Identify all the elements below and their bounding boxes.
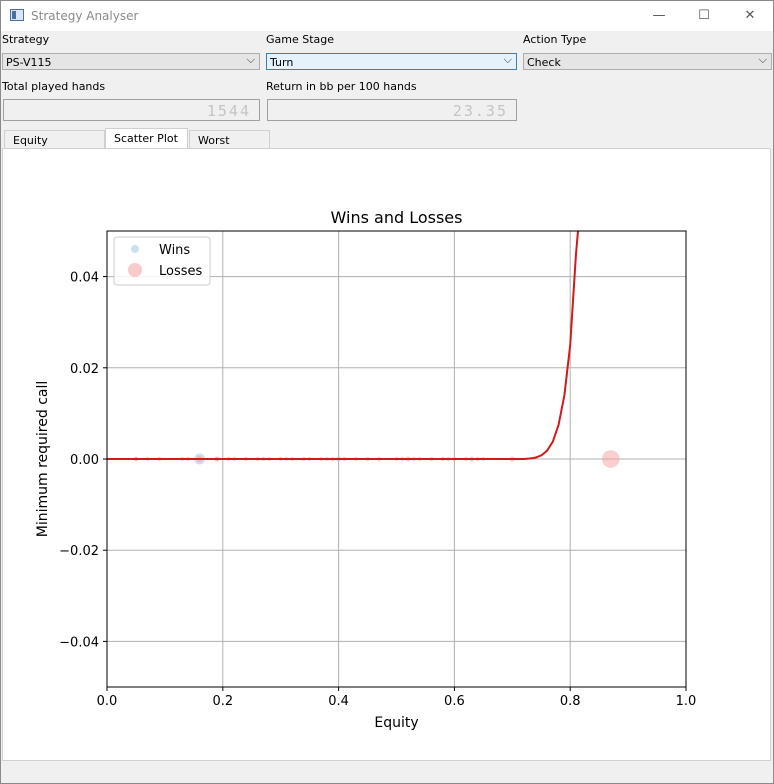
chevron-down-icon: ⌵ <box>246 53 255 66</box>
return-bb-display: 23.35 <box>267 99 517 121</box>
legend-label: Losses <box>159 264 203 279</box>
app-icon <box>10 9 24 21</box>
strategy-label: Strategy <box>2 33 50 46</box>
y-tick-label: −0.04 <box>59 635 99 650</box>
y-tick-label: 0.00 <box>70 453 99 468</box>
tab-scatter-plot[interactable]: Scatter Plot <box>105 128 188 149</box>
game-stage-value: Turn <box>270 56 294 69</box>
action-type-label: Action Type <box>523 33 587 46</box>
chevron-down-icon: ⌵ <box>503 53 512 66</box>
total-hands-label: Total played hands <box>2 80 106 93</box>
game-stage-label: Game Stage <box>266 33 335 46</box>
app-window: Strategy Analyser — ☐ ✕ Strategy PS-V115… <box>0 0 774 784</box>
y-axis-label: Minimum required call <box>35 381 51 538</box>
total-hands-display: 1544 <box>3 99 260 121</box>
minimize-button[interactable]: — <box>636 1 682 31</box>
x-tick-label: 0.6 <box>444 694 465 709</box>
x-axis-label: Equity <box>374 715 418 731</box>
tab-equity-histogram[interactable]: Equity Histogram <box>4 130 105 160</box>
loss-point <box>601 450 620 468</box>
y-tick-label: 0.04 <box>70 271 99 286</box>
y-tick-label: −0.02 <box>59 544 99 559</box>
window-title: Strategy Analyser <box>31 9 139 23</box>
legend-marker <box>131 245 139 253</box>
chart-title: Wins and Losses <box>331 208 463 227</box>
strategy-value: PS-V115 <box>6 56 52 69</box>
status-bar <box>1 763 773 783</box>
tab-panel: 0.0 0.2 0.4 0.6 0.8 1.0 −0.04 −0.02 0.00 0.02 0.04… <box>2 148 771 761</box>
action-type-value: Check <box>527 56 561 69</box>
x-tick-label: 0.0 <box>97 694 118 709</box>
y-tick-label: 0.02 <box>70 362 99 377</box>
game-stage-combobox[interactable]: Turn ⌵ <box>266 53 517 70</box>
x-tick-label: 1.0 <box>676 694 697 709</box>
action-type-combobox[interactable]: Check ⌵ <box>523 53 772 70</box>
strategy-combobox[interactable]: PS-V115 ⌵ <box>2 53 260 70</box>
return-bb-value: 23.35 <box>452 102 508 120</box>
return-bb-label: Return in bb per 100 hands <box>266 80 417 93</box>
total-hands-value: 1544 <box>206 102 251 120</box>
tab-worst-hands[interactable]: Worst Hands <box>189 130 270 160</box>
close-button[interactable]: ✕ <box>727 1 773 31</box>
legend: Wins Losses <box>113 236 211 286</box>
legend-label: Wins <box>159 243 190 258</box>
maximize-button[interactable]: ☐ <box>681 1 727 31</box>
chevron-down-icon: ⌵ <box>758 53 767 66</box>
x-tick-label: 0.2 <box>212 694 233 709</box>
legend-marker <box>128 263 142 277</box>
x-tick-label: 0.8 <box>560 694 581 709</box>
x-tick-label: 0.4 <box>328 694 349 709</box>
title-bar: Strategy Analyser — ☐ ✕ <box>1 1 773 31</box>
scatter-chart: 0.0 0.2 0.4 0.6 0.8 1.0 −0.04 −0.02 0.00 0.02 0.04… <box>35 208 697 731</box>
